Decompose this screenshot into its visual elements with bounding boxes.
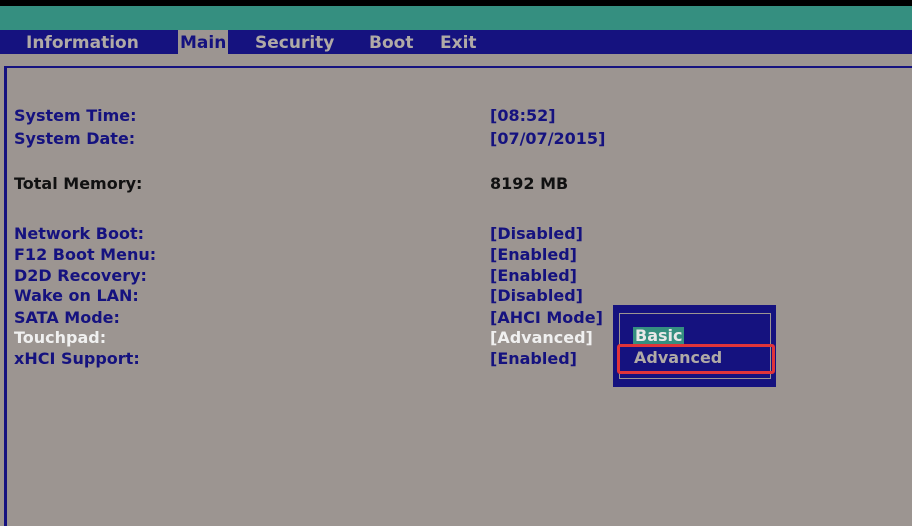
f12-boot-menu-label: F12 Boot Menu: [14,245,157,264]
d2d-recovery-value[interactable]: [Enabled] [490,266,577,285]
xhci-support-value[interactable]: [Enabled] [490,349,577,368]
system-time-label: System Time: [14,106,137,125]
xhci-support-label: xHCI Support: [14,349,140,368]
wake-on-lan-label: Wake on LAN: [14,286,139,305]
touchpad-label: Touchpad: [14,328,107,347]
tab-boot[interactable]: Boot [367,30,415,54]
f12-boot-menu-value[interactable]: [Enabled] [490,245,577,264]
total-memory-label: Total Memory: [14,174,143,193]
sata-mode-label: SATA Mode: [14,308,120,327]
tab-exit[interactable]: Exit [438,30,479,54]
wake-on-lan-value[interactable]: [Disabled] [490,286,583,305]
system-time-value[interactable]: [08:52] [490,106,556,125]
tab-main[interactable]: Main [178,30,229,54]
content-frame [4,66,912,526]
system-date-value[interactable]: [07/07/2015] [490,129,605,148]
network-boot-value[interactable]: [Disabled] [490,224,583,243]
tab-security[interactable]: Security [253,30,336,54]
sata-mode-value[interactable]: [AHCI Mode] [490,308,603,327]
system-date-label: System Date: [14,129,136,148]
menu-bar: Information Main Security Boot Exit [0,30,912,54]
total-memory-value: 8192 MB [490,174,569,193]
d2d-recovery-label: D2D Recovery: [14,266,147,285]
option-basic[interactable]: Basic [633,327,685,344]
touchpad-options-popup: Basic Advanced [613,305,776,387]
touchpad-value[interactable]: [Advanced] [490,328,593,347]
title-bar [0,6,912,30]
network-boot-label: Network Boot: [14,224,144,243]
option-advanced[interactable]: Advanced [617,344,775,374]
tab-information[interactable]: Information [24,30,141,54]
